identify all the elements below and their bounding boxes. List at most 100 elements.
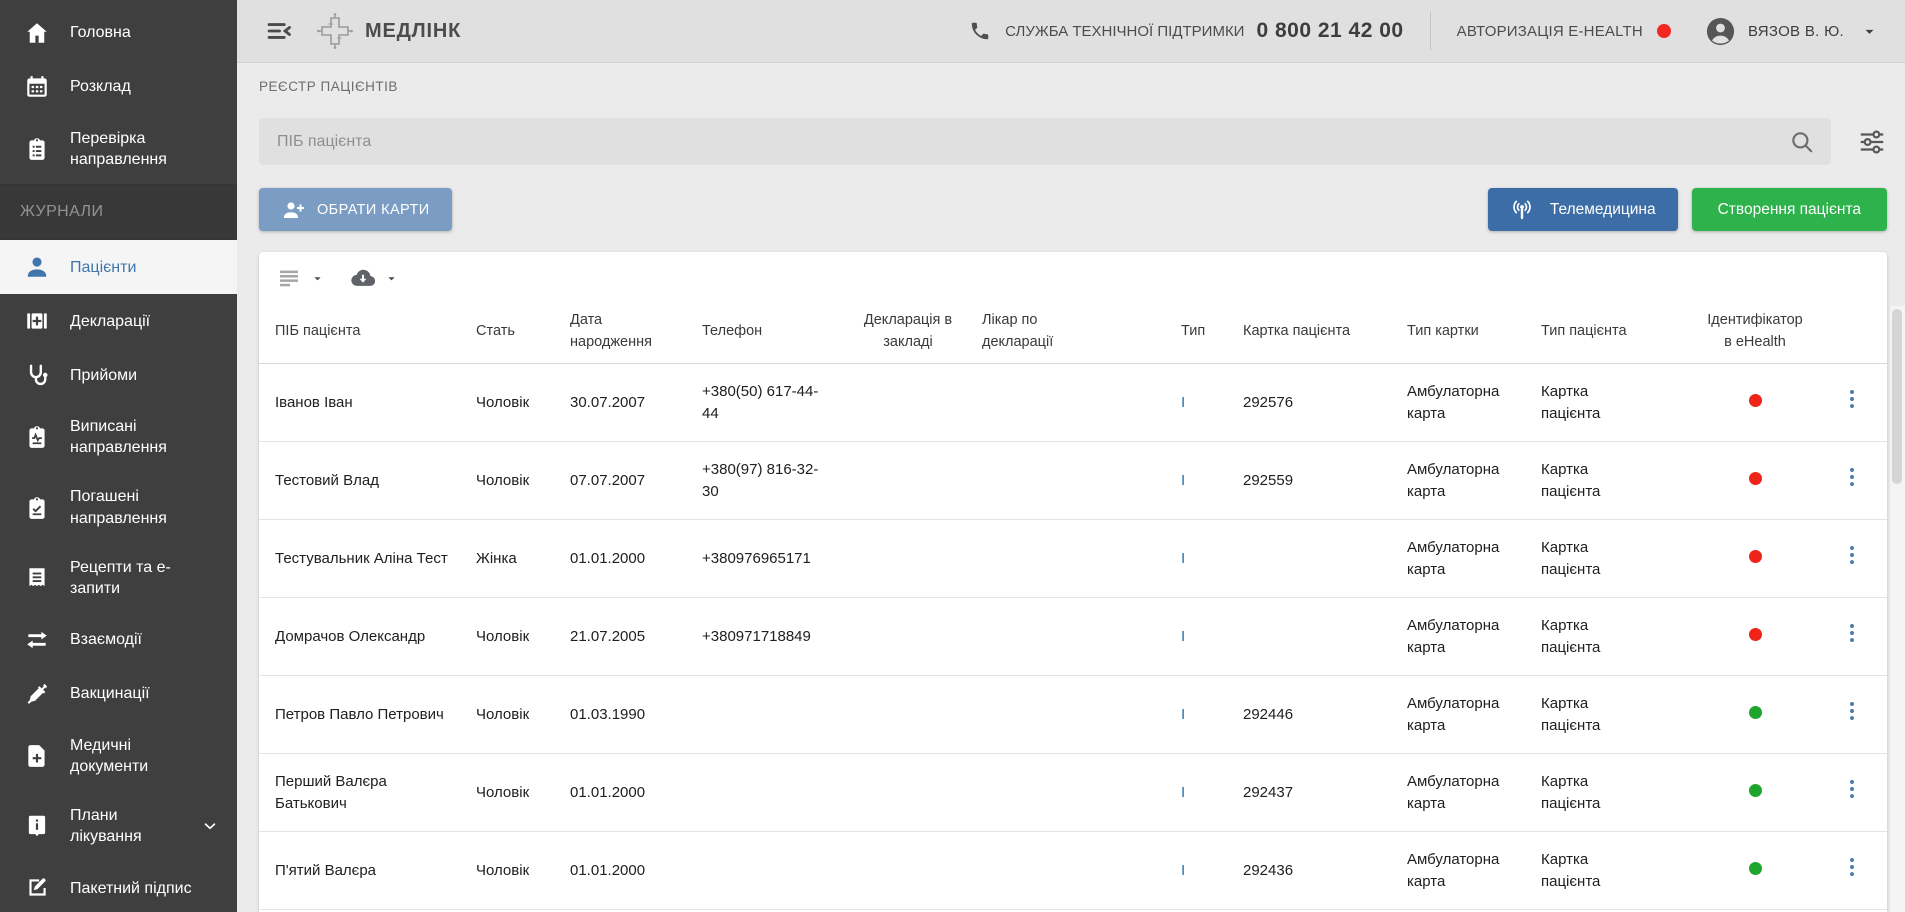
row-menu-button[interactable] xyxy=(1839,776,1865,802)
cell-patient-name: Іванов Іван xyxy=(275,392,462,414)
patient-search xyxy=(259,118,1831,165)
row-menu-button[interactable] xyxy=(1839,464,1865,490)
clipboard-pulse-icon xyxy=(24,424,50,450)
cell-phone: +380(97) 816-32-30 xyxy=(702,459,834,503)
cell-card-type: Амбулаторна карта xyxy=(1407,693,1527,737)
sidebar-item-home[interactable]: Головна xyxy=(0,6,237,60)
table-row[interactable]: Домрачов Олександр Чоловік 21.07.2005 +3… xyxy=(259,598,1887,676)
rows-density-icon xyxy=(277,266,301,290)
row-menu-button[interactable] xyxy=(1839,542,1865,568)
phone-icon xyxy=(969,20,991,42)
person-icon xyxy=(24,254,50,280)
user-avatar-icon xyxy=(1705,16,1736,47)
caret-down-icon xyxy=(384,271,399,286)
table-header-row: ПІБ пацієнтаСтатьДата народженняТелефонД… xyxy=(259,300,1887,364)
sidebar: Головна Розклад Перевірка направлення ЖУ… xyxy=(0,0,237,912)
cell-card-type: Амбулаторна карта xyxy=(1407,771,1527,815)
user-menu[interactable]: ВЯЗОВ В. Ю. xyxy=(1705,16,1879,47)
cell-type: І xyxy=(1181,704,1229,726)
table-row[interactable]: Тестувальник Аліна Тест Жінка 01.01.2000… xyxy=(259,520,1887,598)
sidebar-item-treatment-plans[interactable]: Плани лікування xyxy=(0,791,237,861)
ehealth-status-dot xyxy=(1749,784,1762,797)
ehealth-authorization[interactable]: АВТОРИЗАЦІЯ E-HEALTH xyxy=(1457,23,1671,40)
sidebar-item-schedule[interactable]: Розклад xyxy=(0,60,237,114)
row-menu-button[interactable] xyxy=(1839,698,1865,724)
medical-cross-circuit-icon xyxy=(315,11,355,51)
row-menu-button[interactable] xyxy=(1839,854,1865,880)
cell-card-type: Амбулаторна карта xyxy=(1407,849,1527,893)
sidebar-item-redeemed-referrals[interactable]: Погашені направлення xyxy=(0,472,237,542)
table-row[interactable]: Тестовий Влад Чоловік 07.07.2007 +380(97… xyxy=(259,442,1887,520)
table-row[interactable]: Петров Павло Петрович Чоловік 01.03.1990… xyxy=(259,676,1887,754)
create-patient-button[interactable]: Створення пацієнта xyxy=(1692,188,1887,231)
cell-birth-date: 01.01.2000 xyxy=(570,782,688,804)
cell-sex: Чоловік xyxy=(476,392,556,414)
sidebar-item-appointments[interactable]: Прийоми xyxy=(0,348,237,402)
user-name: ВЯЗОВ В. Ю. xyxy=(1748,23,1844,40)
tech-support[interactable]: СЛУЖБА ТЕХНІЧНОЇ ПІДТРИМКИ 0 800 21 42 0… xyxy=(969,19,1403,43)
ehealth-status-dot xyxy=(1749,472,1762,485)
table-row[interactable]: Іванов Іван Чоловік 30.07.2007 +380(50) … xyxy=(259,364,1887,442)
select-cards-button[interactable]: ОБРАТИ КАРТИ xyxy=(259,188,452,231)
sidebar-item-issued-referrals[interactable]: Виписані направлення xyxy=(0,402,237,472)
kebab-menu-icon xyxy=(1839,620,1865,646)
sidebar-item-patients[interactable]: Пацієнти xyxy=(0,240,237,294)
home-icon xyxy=(24,20,50,46)
cell-type: І xyxy=(1181,782,1229,804)
cell-type: І xyxy=(1181,470,1229,492)
cell-ehealth-id xyxy=(1690,860,1820,882)
search-icon[interactable] xyxy=(1789,129,1815,155)
cell-patient-type: Картка пацієнта xyxy=(1541,849,1676,893)
receipt-icon xyxy=(24,565,50,591)
content: РЕЄСТР ПАЦІЄНТІВ xyxy=(237,63,1905,912)
cell-patient-name: П'ятий Валєра xyxy=(275,860,462,882)
cell-ehealth-id xyxy=(1690,392,1820,414)
clipboard-check-icon xyxy=(24,495,50,521)
cell-sex: Чоловік xyxy=(476,470,556,492)
sidebar-item-vaccinations[interactable]: Вакцинації xyxy=(0,667,237,721)
syringe-icon xyxy=(24,681,50,707)
cell-card-type: Амбулаторна карта xyxy=(1407,537,1527,581)
chevron-down-icon xyxy=(201,817,219,835)
sidebar-item-batch-signature[interactable]: Пакетний підпис xyxy=(0,861,237,912)
row-menu-button[interactable] xyxy=(1839,386,1865,412)
scrollbar-thumb[interactable] xyxy=(1892,309,1902,484)
sidebar-collapse-button[interactable] xyxy=(265,17,293,45)
support-phone: 0 800 21 42 00 xyxy=(1256,19,1403,43)
cell-patient-name: Перший Валєра Батькович xyxy=(275,771,462,815)
cell-sex: Чоловік xyxy=(476,626,556,648)
sidebar-journal-group: Пацієнти Декларації Прийоми Виписані нап… xyxy=(0,240,237,912)
sidebar-item-referral-check[interactable]: Перевірка направлення xyxy=(0,114,237,184)
telemedicine-button[interactable]: Телемедицина xyxy=(1488,188,1678,231)
cell-ehealth-id xyxy=(1690,548,1820,570)
sidebar-item-prescriptions[interactable]: Рецепти та е-запити xyxy=(0,543,237,613)
cell-birth-date: 01.01.2000 xyxy=(570,548,688,570)
row-menu-button[interactable] xyxy=(1839,620,1865,646)
table-row[interactable]: П'ятий Валєра Чоловік 01.01.2000 І 29243… xyxy=(259,832,1887,910)
search-input[interactable] xyxy=(277,133,1789,151)
column-header: Ідентифікатор в eHealth xyxy=(1690,310,1820,352)
app-logo[interactable]: МЕДЛІНК xyxy=(315,11,461,51)
kebab-menu-icon xyxy=(1839,464,1865,490)
sidebar-item-declarations[interactable]: Декларації xyxy=(0,294,237,348)
filter-sliders-icon[interactable] xyxy=(1857,127,1887,157)
sidebar-item-interactions[interactable]: Взаємодії xyxy=(0,613,237,667)
sidebar-item-medical-documents[interactable]: Медичні документи xyxy=(0,721,237,791)
cell-type: І xyxy=(1181,548,1229,570)
kebab-menu-icon xyxy=(1839,542,1865,568)
sidebar-section-journals: ЖУРНАЛИ xyxy=(0,184,237,240)
cell-birth-date: 30.07.2007 xyxy=(570,392,688,414)
chevron-down-icon xyxy=(1860,22,1879,41)
export-download-menu[interactable] xyxy=(351,266,399,290)
rows-density-menu[interactable] xyxy=(277,266,325,290)
cell-sex: Чоловік xyxy=(476,860,556,882)
ehealth-status-dot xyxy=(1749,550,1762,563)
table-row[interactable]: Перший Валєра Батькович Чоловік 01.01.20… xyxy=(259,754,1887,832)
cell-patient-type: Картка пацієнта xyxy=(1541,537,1676,581)
page-scrollbar[interactable] xyxy=(1889,306,1905,912)
person-add-icon xyxy=(281,198,305,222)
document-sign-icon xyxy=(24,875,50,901)
column-header: Лікар по декларації xyxy=(982,310,1167,352)
menu-collapse-icon xyxy=(265,17,293,45)
cell-patient-type: Картка пацієнта xyxy=(1541,615,1676,659)
